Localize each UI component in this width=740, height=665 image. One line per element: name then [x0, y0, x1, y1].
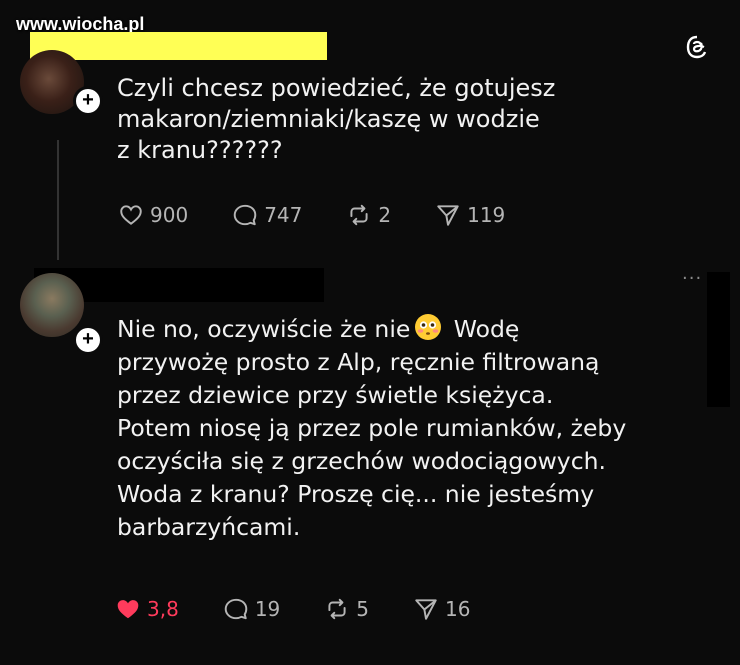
heart-icon [120, 205, 142, 225]
plus-icon[interactable]: + [73, 325, 103, 355]
repost-count: 5 [356, 597, 369, 621]
username-redaction [30, 32, 327, 60]
repost-icon [328, 598, 346, 620]
like-count: 900 [150, 203, 189, 227]
send-icon [415, 599, 437, 620]
reply-button[interactable]: 19 [223, 596, 280, 622]
repost-button[interactable]: 5 [324, 596, 369, 622]
repost-button[interactable]: 2 [346, 202, 391, 228]
post-actions: 900 747 2 119 [118, 202, 549, 228]
share-count: 119 [467, 203, 506, 227]
post-text-part: Nie no, oczywiście że nie [117, 315, 411, 343]
side-redaction [707, 272, 730, 407]
thread-line [57, 140, 59, 260]
post-actions: 3,8 19 5 16 [115, 596, 514, 622]
avatar[interactable] [20, 273, 84, 337]
repost-icon [350, 204, 368, 226]
more-icon[interactable]: ··· [682, 270, 702, 288]
like-button[interactable]: 3,8 [115, 596, 179, 622]
reply-button[interactable]: 747 [232, 202, 302, 228]
heart-icon [117, 600, 139, 619]
repost-count: 2 [378, 203, 392, 227]
share-count: 16 [445, 597, 471, 621]
like-button[interactable]: 900 [118, 202, 188, 228]
reply-count: 19 [254, 597, 281, 621]
comment-bubble-icon [233, 204, 257, 226]
share-button[interactable]: 16 [413, 596, 470, 622]
send-icon [437, 205, 459, 226]
plus-icon[interactable]: + [73, 86, 103, 116]
reply-count: 747 [264, 203, 303, 227]
post-text: Nie no, oczywiście że nie Wodę przywożę … [117, 313, 707, 544]
comment-bubble-icon [224, 598, 248, 620]
post-text: Czyli chcesz powiedzieć, że gotujesz mak… [117, 74, 556, 164]
flushed-face-emoji-icon [415, 314, 442, 340]
threads-logo-icon[interactable] [684, 34, 710, 60]
share-button[interactable]: 119 [435, 202, 505, 228]
post-text-part: Wodę przywożę prosto z Alp, ręcznie filt… [117, 315, 627, 541]
like-count: 3,8 [147, 597, 179, 621]
